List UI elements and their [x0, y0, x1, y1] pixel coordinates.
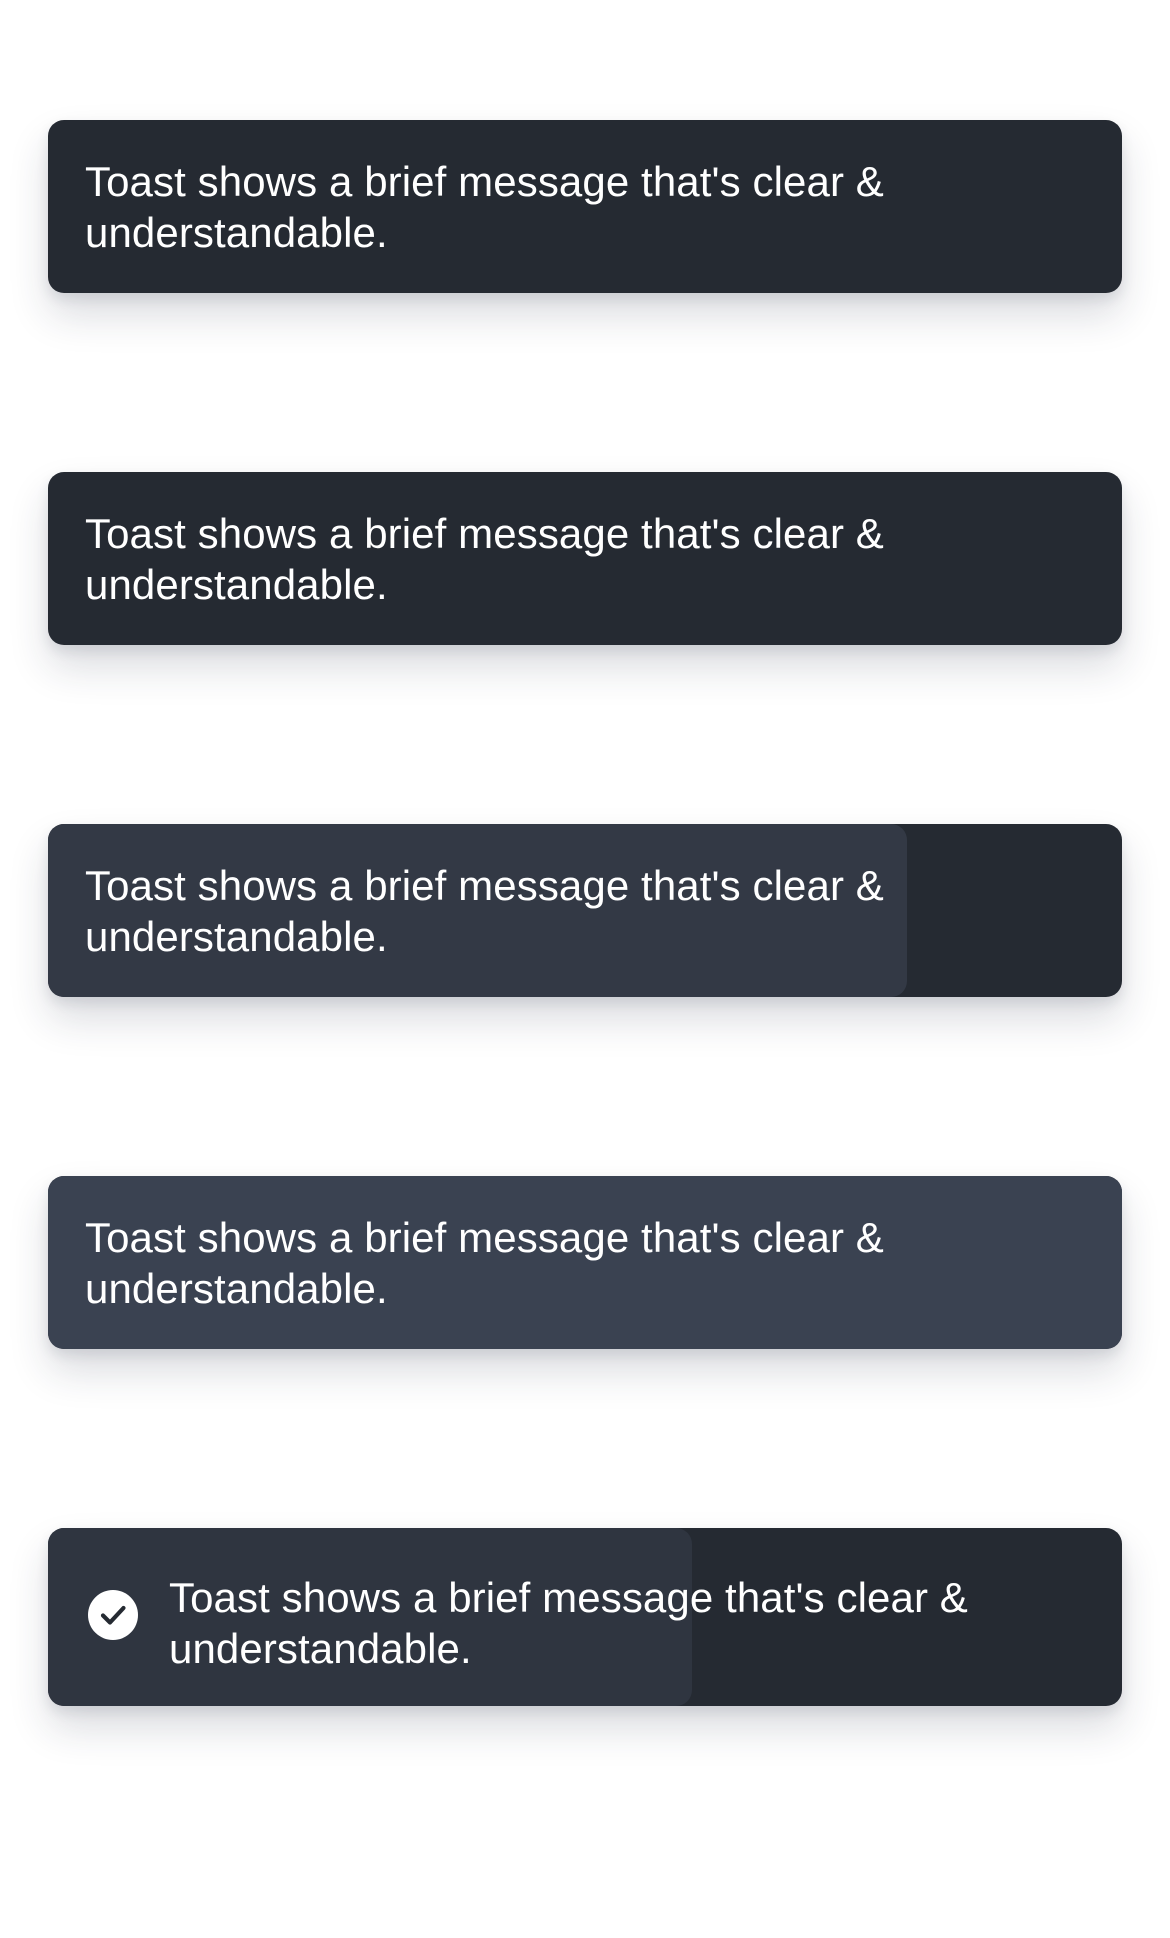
toast-message: Toast shows a brief message that's clear… [85, 158, 884, 256]
toast-message: Toast shows a brief message that's clear… [85, 1214, 884, 1312]
toast-1[interactable]: Toast shows a brief message that's clear… [48, 120, 1122, 293]
check-circle-icon [88, 1590, 138, 1640]
toast-message: Toast shows a brief message that's clear… [85, 862, 884, 960]
toast-2[interactable]: Toast shows a brief message that's clear… [48, 472, 1122, 645]
toast-message: Toast shows a brief message that's clear… [85, 510, 884, 608]
toast-4[interactable]: Toast shows a brief message that's clear… [48, 1176, 1122, 1349]
toast-3[interactable]: Toast shows a brief message that's clear… [48, 824, 1122, 997]
toast-5[interactable]: Toast shows a brief message that's clear… [48, 1528, 1122, 1706]
toast-message: Toast shows a brief message that's clear… [169, 1574, 968, 1672]
